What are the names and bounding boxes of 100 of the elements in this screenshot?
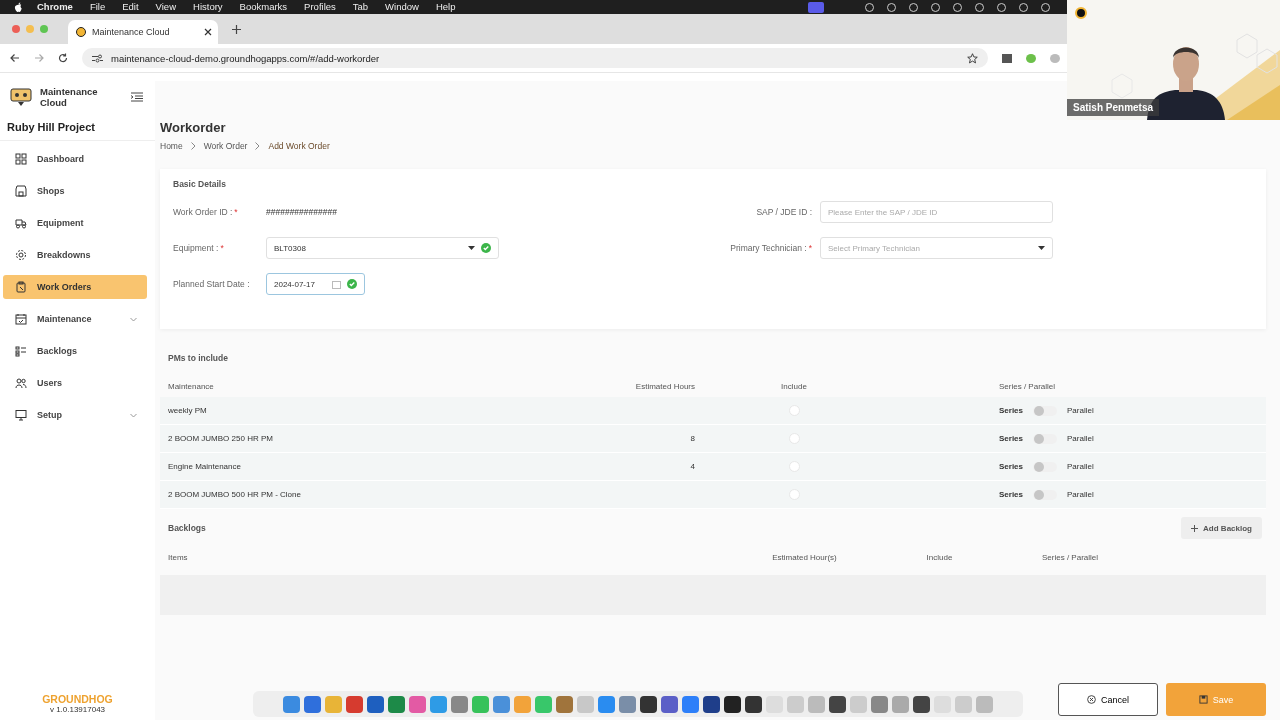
dock-app-icon[interactable] — [724, 695, 741, 713]
menu-item[interactable]: Edit — [122, 0, 139, 14]
column-header: Include — [925, 552, 954, 562]
site-settings-icon[interactable] — [92, 53, 103, 63]
nav-item[interactable]: Breakdowns — [3, 243, 147, 267]
toggle-switch[interactable] — [1033, 405, 1058, 416]
dock-app-icon[interactable] — [913, 695, 930, 713]
add-backlog-button[interactable]: Add Backlog — [1181, 517, 1262, 539]
nav-item[interactable]: Work Orders — [3, 275, 147, 299]
toggle-switch[interactable] — [1033, 489, 1058, 500]
toggle-switch[interactable] — [1033, 433, 1058, 444]
breadcrumb-link[interactable]: Add Work Order — [268, 141, 330, 151]
field-label: SAP / JDE ID : — [756, 207, 812, 217]
logo-icon — [10, 87, 32, 107]
nav-item[interactable]: Shops — [3, 179, 147, 203]
parallel-label: Parallel — [1067, 462, 1094, 471]
back-icon[interactable] — [10, 53, 20, 63]
dock-app-icon[interactable] — [703, 695, 720, 713]
participant-name: Satish Penmetsa — [1067, 99, 1160, 116]
dropdown[interactable]: BLT0308 — [266, 237, 499, 259]
parallel-label: Parallel — [1067, 406, 1094, 415]
nav-item[interactable]: Users — [3, 371, 147, 395]
extension-icon[interactable] — [1002, 53, 1012, 63]
field-label: Planned Start Date : — [173, 279, 250, 289]
truck-icon — [15, 217, 27, 229]
table-cell-text: weekly PM — [168, 406, 208, 415]
required-mark: * — [234, 207, 238, 217]
apple-icon[interactable] — [14, 1, 23, 13]
dock-app-icon[interactable] — [640, 695, 657, 713]
cancel-icon — [1087, 695, 1096, 704]
field-label: Equipment : — [173, 243, 219, 253]
reload-icon[interactable] — [58, 53, 68, 63]
menu-item[interactable]: Tab — [352, 0, 369, 14]
breadcrumb-link[interactable]: Home — [160, 141, 183, 151]
table-cell-text: 2 BOOM JUMBO 500 HR PM - Clone — [168, 490, 302, 499]
menu-item[interactable]: File — [89, 0, 106, 14]
nav-item[interactable]: Backlogs — [3, 339, 147, 363]
menu-item[interactable]: Help — [435, 0, 456, 14]
menu-item[interactable]: View — [155, 0, 176, 14]
date-field[interactable]: 2024-07-17 — [266, 273, 365, 295]
nav-item[interactable]: Dashboard — [3, 147, 147, 171]
address-bar[interactable]: maintenance-cloud-demo.groundhogapps.com/#/add-workorder — [82, 48, 988, 68]
caret-icon — [468, 246, 475, 250]
dock-app-icon[interactable] — [829, 695, 846, 713]
clipboard-icon — [15, 281, 27, 293]
section-title: Backlogs — [168, 523, 206, 533]
close-icon[interactable] — [204, 28, 212, 36]
dock-app-icon[interactable] — [745, 695, 762, 713]
table-cell: 8 — [690, 434, 695, 443]
nav-item[interactable]: Equipment — [3, 211, 147, 235]
input-field[interactable]: Please Enter the SAP / JDE ID — [820, 201, 1053, 223]
save-icon — [1198, 695, 1208, 704]
chevron-down-icon[interactable] — [130, 316, 137, 322]
users-icon — [15, 377, 27, 389]
column-header: Series / Parallel — [1041, 552, 1100, 562]
caret-icon — [1038, 246, 1045, 250]
grid-icon — [15, 153, 27, 165]
chevron-right-icon — [190, 142, 196, 150]
screen-share-icon[interactable] — [808, 1, 824, 13]
page-title: Workorder — [160, 120, 227, 135]
cancel-button[interactable]: Cancel — [1058, 683, 1158, 716]
monitor-icon — [15, 409, 27, 421]
section-title: Basic Details — [173, 179, 227, 189]
window-controls-icon[interactable] — [12, 25, 48, 33]
calendar-icon[interactable] — [332, 279, 341, 289]
series-label: Series — [999, 490, 1024, 499]
required-mark: * — [220, 243, 224, 253]
field-label: Primary Technician : — [730, 243, 807, 253]
section-title: PMs to include — [167, 352, 229, 365]
required-mark: * — [808, 243, 812, 253]
favicon-icon — [76, 27, 86, 37]
series-label: Series — [999, 406, 1024, 415]
breadcrumb-link[interactable]: Work Order — [203, 141, 248, 151]
nav-item[interactable]: Setup — [3, 403, 147, 427]
menu-item[interactable]: History — [193, 0, 223, 14]
menu-item[interactable]: Profiles — [304, 0, 336, 14]
field-label: Work Order ID : — [173, 207, 233, 217]
series-label: Series — [999, 462, 1024, 471]
chevron-down-icon[interactable] — [130, 412, 137, 418]
table-cell: 4 — [690, 462, 695, 471]
brand-name: GROUNDHOG — [41, 693, 114, 705]
toggle-switch[interactable] — [1033, 461, 1058, 472]
store-icon — [15, 185, 27, 197]
chevron-right-icon — [255, 142, 261, 150]
menu-icon[interactable] — [131, 92, 143, 102]
menu-item[interactable]: Bookmarks — [239, 0, 288, 14]
plus-icon — [1191, 524, 1199, 532]
column-header: Series / Parallel — [998, 381, 1057, 391]
column-header: Estimated Hours — [634, 381, 695, 391]
bookmark-star-icon[interactable] — [967, 52, 978, 64]
new-tab-icon[interactable] — [232, 24, 241, 34]
menu-item[interactable]: Chrome — [37, 0, 73, 14]
menu-item[interactable]: Window — [385, 0, 419, 14]
nav-item[interactable]: Maintenance — [3, 307, 147, 331]
browser-tab[interactable]: Maintenance Cloud — [68, 20, 218, 44]
calendar-icon — [15, 313, 27, 325]
version-text: v 1.0.13917043 — [48, 705, 107, 714]
forward-icon[interactable] — [34, 53, 44, 63]
series-label: Series — [999, 434, 1024, 443]
table-cell-text: Engine Maintenance — [168, 462, 242, 471]
